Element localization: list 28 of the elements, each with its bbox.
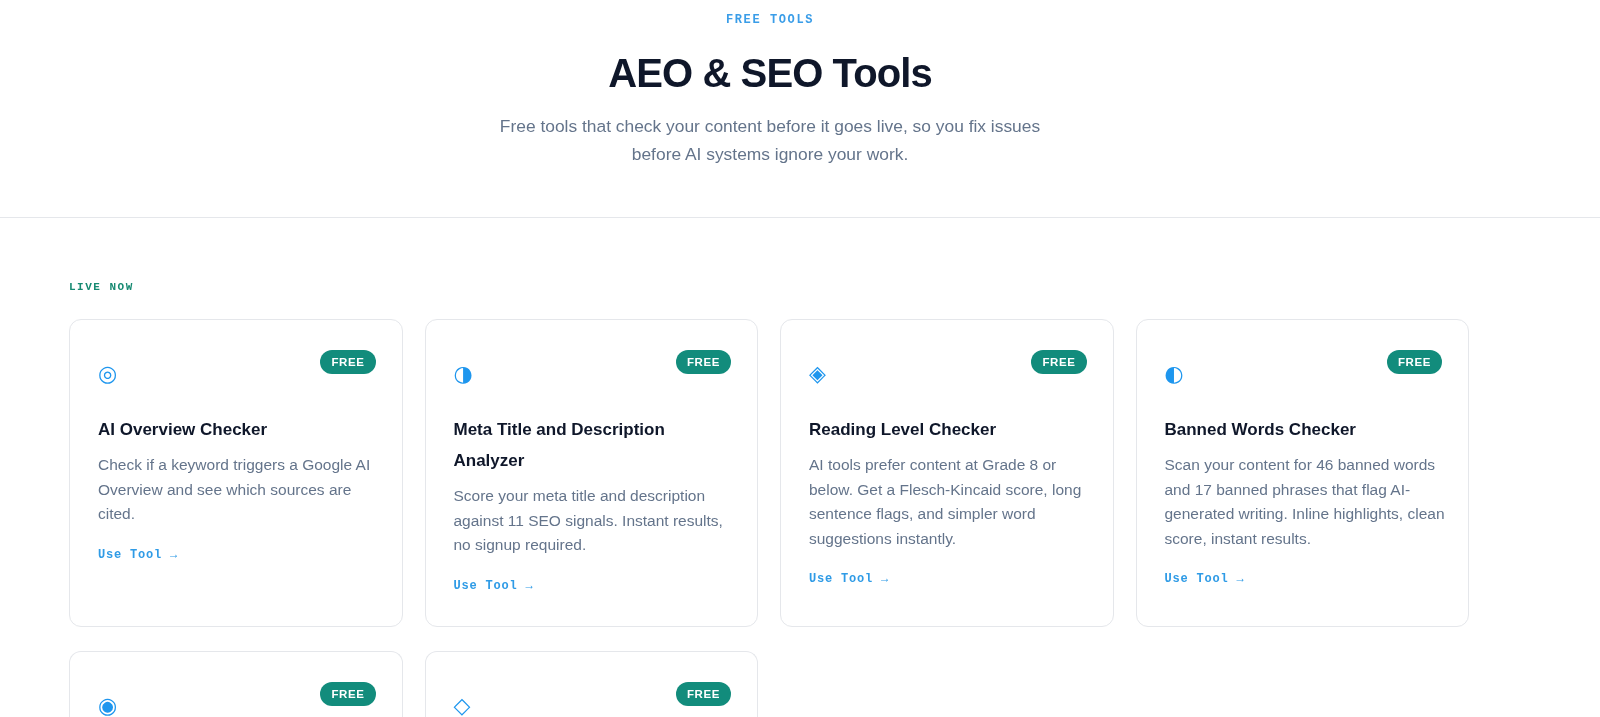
- diamond-icon: ◈: [809, 362, 826, 386]
- card-title: Meta Title and Description Analyzer: [453, 419, 666, 472]
- card-description: Score your meta title and description against 11 SEO signals. Instant results, no signup required.: [453, 486, 724, 555]
- free-badge: FREE: [1031, 350, 1087, 374]
- card-title: Banned Words Checker: [1164, 419, 1357, 441]
- card-description: Check if a keyword triggers a Google AI Overview and see which sources are cited.: [98, 455, 372, 524]
- free-badge: FREE: [320, 350, 376, 374]
- bullseye-icon: ◎: [98, 362, 118, 386]
- eyebrow-label: FREE TOOLS: [726, 12, 814, 28]
- use-tool-link[interactable]: Use Tool →: [1164, 571, 1245, 587]
- use-tool-link[interactable]: Use Tool →: [453, 577, 534, 594]
- card-description: AI tools prefer content at Grade 8 or below. Get a Flesch-Kincaid score, long sentence flags, and simpler word suggestions instantly.: [809, 455, 1083, 549]
- use-tool-link[interactable]: Use Tool →: [98, 546, 178, 563]
- free-badge: FREE: [675, 681, 731, 706]
- free-badge: FREE: [320, 681, 376, 706]
- half-circle-icon: ◑: [453, 362, 473, 386]
- half-circle-icon: ◐: [1164, 362, 1184, 386]
- card-description: Scan your content for 46 banned words and 17 banned phrases that flag AI-generated writing. Inline highlights, clean score, instant results.: [1164, 455, 1446, 549]
- free-badge: FREE: [1386, 350, 1442, 374]
- use-tool-link[interactable]: Use Tool →: [809, 571, 889, 587]
- card-title: Reading Level Checker: [809, 419, 998, 441]
- free-badge: FREE: [675, 350, 731, 374]
- diamond-icon: ◇: [453, 693, 471, 717]
- section-label: LIVE NOW: [69, 280, 134, 294]
- radio-dot-icon: ◉: [98, 693, 118, 717]
- page-title: AEO & SEO Tools: [608, 50, 932, 97]
- page-subtitle: Free tools that check your content before it goes live, so you fix issues before AI systems ignore your work.: [498, 115, 1042, 166]
- card-title: AI Overview Checker: [98, 419, 269, 441]
